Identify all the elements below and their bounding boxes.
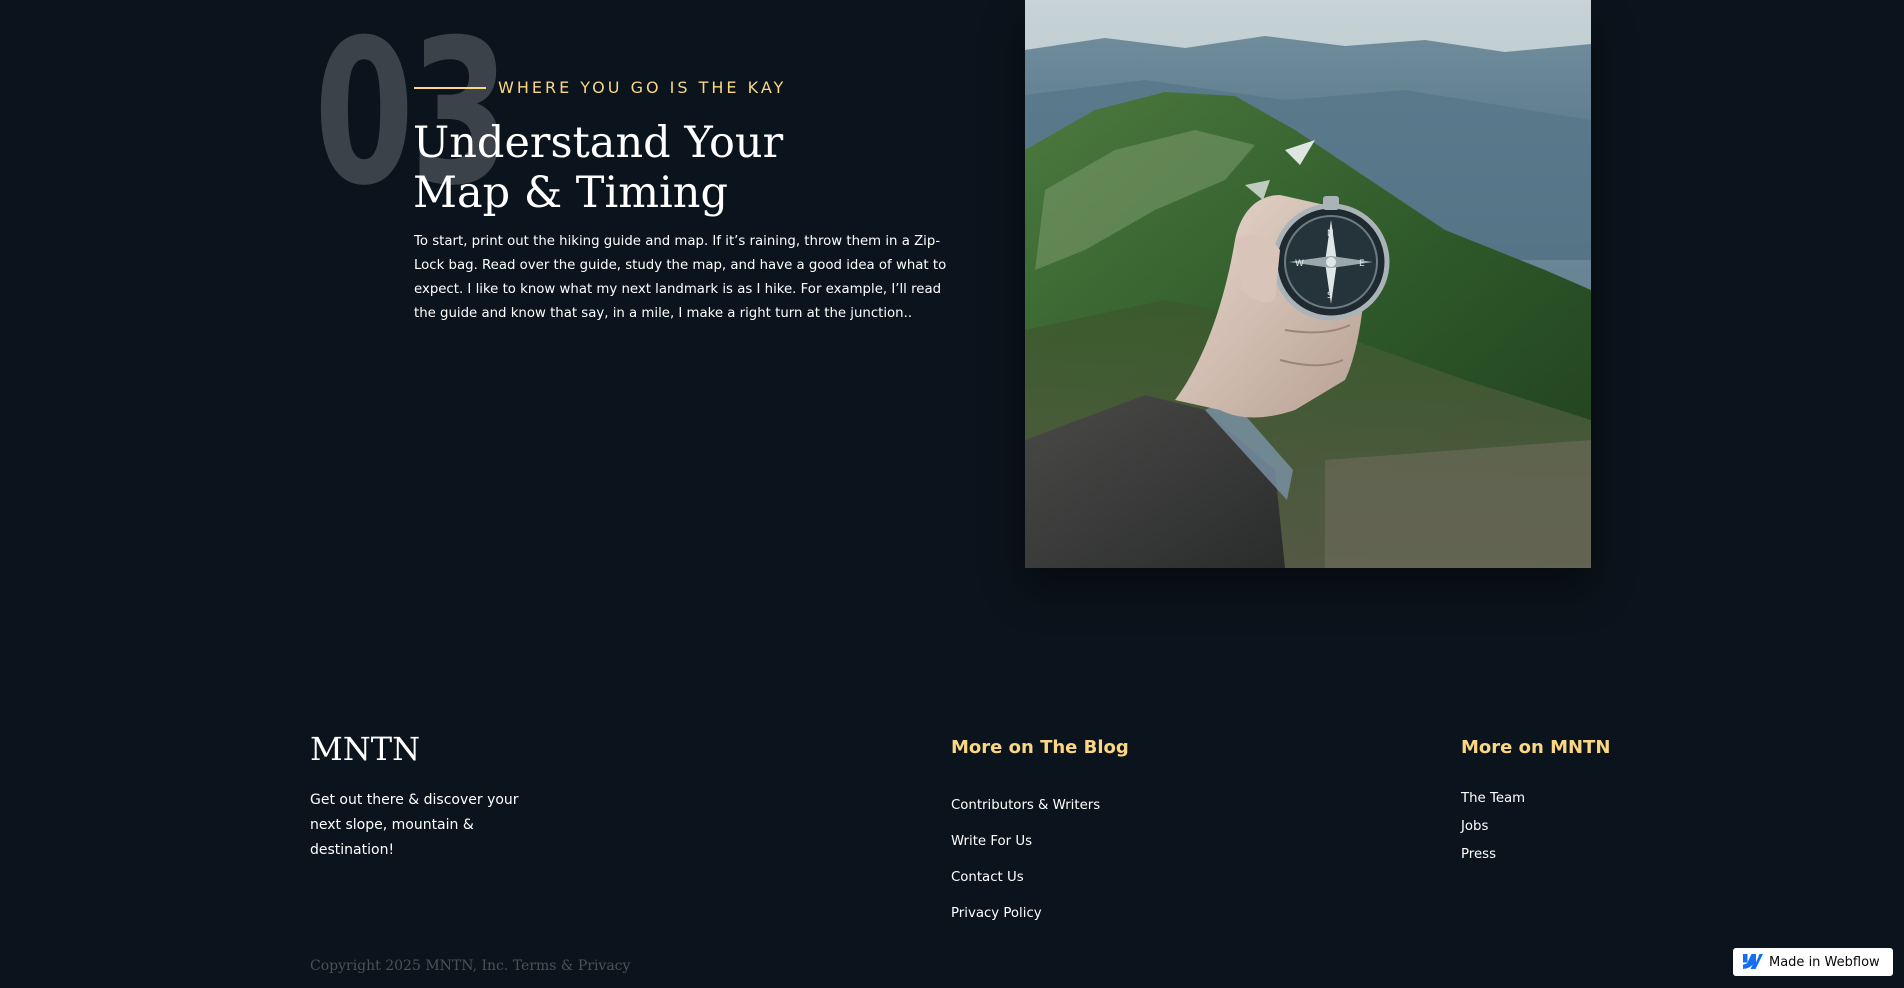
footer-copyright: Copyright 2025 MNTN, Inc. Terms & Privac… — [310, 958, 631, 974]
footer-mntn-title: More on MNTN — [1461, 737, 1611, 758]
svg-text:S: S — [1327, 291, 1333, 301]
webflow-logo-icon — [1743, 954, 1763, 969]
made-in-webflow-badge[interactable]: Made in Webflow — [1733, 948, 1893, 976]
footer-brand[interactable]: MNTN — [310, 730, 420, 768]
heading-line-2: Map & Timing — [413, 168, 728, 218]
footer-link-jobs[interactable]: Jobs — [1461, 819, 1488, 834]
eyebrow-divider — [414, 86, 486, 89]
footer-link-the-team[interactable]: The Team — [1461, 791, 1525, 806]
svg-text:E: E — [1359, 259, 1365, 269]
section-heading: Understand Your Map & Timing — [413, 118, 833, 218]
svg-text:N: N — [1327, 229, 1334, 239]
footer-link-contact-us[interactable]: Contact Us — [951, 870, 1024, 885]
webflow-badge-label: Made in Webflow — [1769, 954, 1880, 970]
footer-tagline: Get out there & discover your next slope… — [310, 792, 519, 858]
svg-text:W: W — [1295, 259, 1304, 269]
footer-link-press[interactable]: Press — [1461, 847, 1496, 862]
footer-blog-links: Contributors & Writers Write For Us Cont… — [951, 797, 1100, 941]
footer-link-privacy-policy[interactable]: Privacy Policy — [951, 906, 1042, 921]
compass-photo: N S E W — [1025, 0, 1591, 568]
footer-mntn-links: The Team Jobs Press — [1461, 790, 1525, 874]
footer-blog-title: More on The Blog — [951, 737, 1129, 758]
footer-link-contributors[interactable]: Contributors & Writers — [951, 798, 1100, 813]
section-eyebrow: WHERE YOU GO IS THE KAY — [414, 78, 786, 97]
footer-link-write-for-us[interactable]: Write For Us — [951, 834, 1032, 849]
section-body: To start, print out the hiking guide and… — [414, 234, 947, 321]
page: 03 WHERE YOU GO IS THE KAY Understand Yo… — [0, 0, 1904, 988]
heading-line-1: Understand Your — [413, 118, 784, 168]
eyebrow-text: WHERE YOU GO IS THE KAY — [498, 78, 787, 97]
